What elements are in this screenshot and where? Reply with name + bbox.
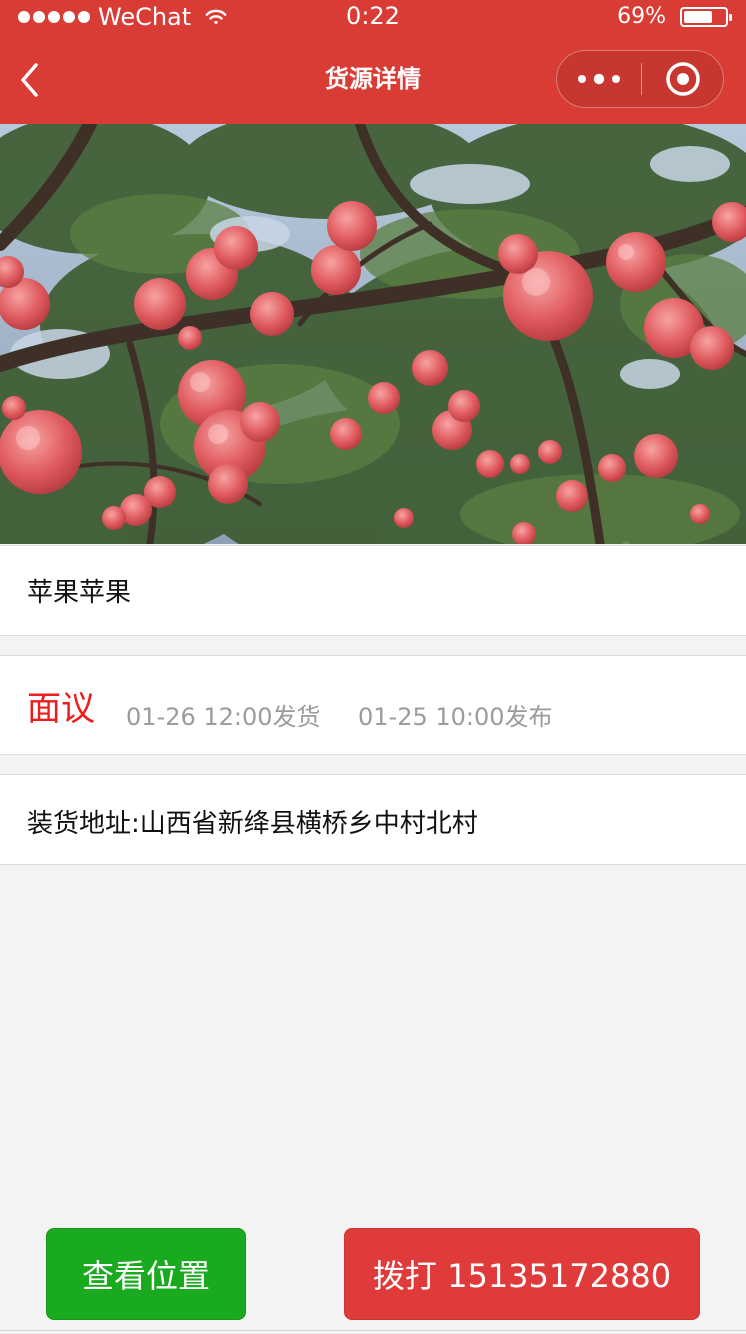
address-row: 装货地址:山西省新绛县横桥乡中村北村 (0, 774, 746, 865)
view-location-button[interactable]: 查看位置 (46, 1228, 246, 1320)
goods-title: 苹果苹果 (27, 578, 132, 608)
goods-image (0, 124, 746, 544)
publish-time: 01-25 10:00发布 (358, 703, 553, 731)
target-close-icon (666, 62, 700, 96)
bottom-divider (0, 1330, 746, 1331)
loading-address: 装货地址:山西省新绛县横桥乡中村北村 (27, 809, 478, 839)
call-button[interactable]: 拨打 15135172880 (344, 1228, 700, 1320)
battery-icon (680, 7, 732, 27)
nav-bar: 货源详情 (0, 34, 746, 124)
apple-tree-image (0, 124, 746, 544)
close-button[interactable] (642, 51, 724, 107)
mini-program-capsule (556, 50, 724, 108)
status-right: 69% (617, 3, 732, 31)
more-button[interactable] (557, 51, 641, 107)
status-bar: WeChat 0:22 69% (0, 0, 746, 34)
battery-percent: 69% (617, 4, 666, 29)
price-label: 面议 (27, 689, 95, 729)
header: WeChat 0:22 69% 货源详情 (0, 0, 746, 124)
ship-time: 01-26 12:00发货 (126, 703, 321, 731)
price-row: 面议 01-26 12:00发货 01-25 10:00发布 (0, 655, 746, 755)
goods-title-row: 苹果苹果 (0, 545, 746, 636)
more-dots-icon (578, 73, 620, 85)
